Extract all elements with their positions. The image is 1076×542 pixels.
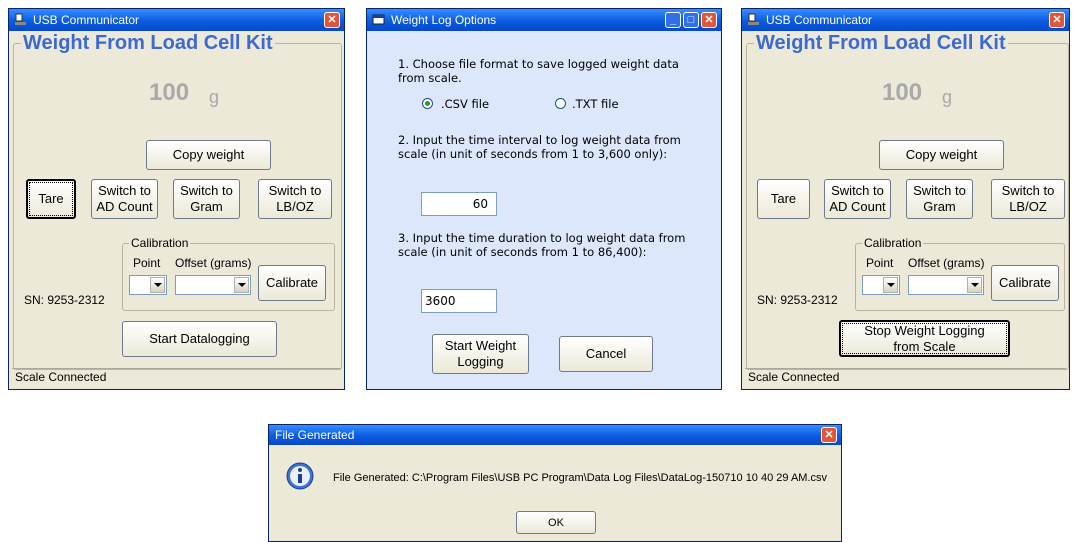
usb-app-icon bbox=[748, 13, 759, 25]
switch-to-ad-count-button[interactable]: Switch to AD Count bbox=[824, 179, 891, 219]
chevron-down-icon[interactable] bbox=[883, 277, 898, 293]
cancel-button[interactable]: Cancel bbox=[559, 336, 653, 372]
maximize-icon[interactable]: □ bbox=[683, 12, 699, 28]
weight-unit: g bbox=[942, 87, 953, 107]
point-label: Point bbox=[133, 256, 161, 270]
window-title: USB Communicator bbox=[766, 13, 873, 27]
txt-label[interactable]: .TXT file bbox=[572, 97, 619, 111]
point-dropdown[interactable] bbox=[129, 275, 167, 295]
csv-radio[interactable] bbox=[422, 98, 433, 109]
heading: Weight From Load Cell Kit bbox=[21, 32, 275, 55]
copy-weight-button[interactable]: Copy weight bbox=[879, 140, 1004, 170]
title-bar[interactable]: File Generated ✕ bbox=[269, 425, 841, 445]
switch-to-ad-count-button[interactable]: Switch to AD Count bbox=[91, 179, 158, 219]
offset-dropdown[interactable] bbox=[908, 275, 984, 295]
tare-button[interactable]: Tare bbox=[26, 179, 76, 219]
title-bar[interactable]: USB Communicator ✕ bbox=[742, 9, 1069, 31]
title-bar[interactable]: USB Communicator ✕ bbox=[9, 9, 344, 31]
chevron-down-icon[interactable] bbox=[234, 277, 249, 293]
switch-to-gram-button[interactable]: Switch to Gram bbox=[173, 179, 240, 219]
status-bar: Scale Connected bbox=[745, 368, 1066, 386]
window-title: USB Communicator bbox=[33, 13, 140, 27]
step1-text: 1. Choose file format to save logged wei… bbox=[398, 57, 679, 85]
title-bar[interactable]: Weight Log Options _ □ ✕ bbox=[367, 9, 721, 31]
step2-text: 2. Input the time interval to log weight… bbox=[398, 133, 681, 161]
usb-communicator-window-right: USB Communicator ✕ Weight From Load Cell… bbox=[741, 8, 1070, 390]
close-icon[interactable]: ✕ bbox=[701, 12, 717, 28]
switch-to-gram-button[interactable]: Switch to Gram bbox=[906, 179, 973, 219]
step3-text: 3. Input the time duration to log weight… bbox=[398, 231, 686, 259]
offset-label: Offset (grams) bbox=[908, 256, 985, 270]
window-title: File Generated bbox=[275, 428, 355, 442]
calibrate-button[interactable]: Calibrate bbox=[991, 265, 1059, 301]
chevron-down-icon[interactable] bbox=[967, 277, 982, 293]
weight-log-options-window: Weight Log Options _ □ ✕ 1. Choose file … bbox=[366, 8, 722, 390]
close-icon[interactable]: ✕ bbox=[1049, 12, 1065, 28]
serial-number: SN: 9253-2312 bbox=[757, 293, 838, 307]
ok-button[interactable]: OK bbox=[516, 511, 596, 534]
start-datalogging-button[interactable]: Start Datalogging bbox=[122, 321, 277, 357]
window-icon bbox=[372, 14, 385, 25]
offset-label: Offset (grams) bbox=[175, 256, 252, 270]
info-icon bbox=[286, 462, 314, 490]
file-generated-message: File Generated: C:\Program Files\USB PC … bbox=[333, 472, 828, 484]
calibrate-button[interactable]: Calibrate bbox=[258, 265, 326, 301]
copy-weight-button[interactable]: Copy weight bbox=[146, 140, 271, 170]
calibration-label: Calibration bbox=[129, 236, 191, 250]
duration-input[interactable]: 3600 bbox=[421, 289, 497, 313]
minimize-icon[interactable]: _ bbox=[665, 12, 681, 28]
csv-label[interactable]: .CSV file bbox=[441, 97, 489, 111]
serial-number: SN: 9253-2312 bbox=[24, 293, 105, 307]
status-bar: Scale Connected bbox=[12, 368, 341, 386]
switch-to-lboz-button[interactable]: Switch to LB/OZ bbox=[258, 179, 332, 219]
point-label: Point bbox=[866, 256, 894, 270]
usb-app-icon bbox=[15, 13, 26, 25]
txt-radio[interactable] bbox=[555, 98, 566, 109]
file-generated-dialog: File Generated ✕ File Generated: C:\Prog… bbox=[268, 424, 842, 542]
close-icon[interactable]: ✕ bbox=[821, 427, 837, 443]
close-icon[interactable]: ✕ bbox=[324, 12, 340, 28]
chevron-down-icon[interactable] bbox=[150, 277, 165, 293]
stop-weight-logging-button[interactable]: Stop Weight Logging from Scale bbox=[839, 320, 1010, 357]
heading: Weight From Load Cell Kit bbox=[754, 32, 1008, 55]
tare-button[interactable]: Tare bbox=[757, 179, 810, 219]
calibration-label: Calibration bbox=[862, 236, 924, 250]
switch-to-lboz-button[interactable]: Switch to LB/OZ bbox=[991, 179, 1065, 219]
weight-unit: g bbox=[209, 87, 220, 107]
start-weight-logging-button[interactable]: Start Weight Logging bbox=[432, 334, 529, 374]
usb-communicator-window-left: USB Communicator ✕ Weight From Load Cell… bbox=[8, 8, 345, 390]
weight-value: 100 bbox=[149, 79, 190, 106]
offset-dropdown[interactable] bbox=[175, 275, 251, 295]
window-title: Weight Log Options bbox=[391, 13, 497, 27]
point-dropdown[interactable] bbox=[862, 275, 900, 295]
weight-value: 100 bbox=[882, 79, 923, 106]
interval-input[interactable]: 60 bbox=[421, 192, 497, 216]
